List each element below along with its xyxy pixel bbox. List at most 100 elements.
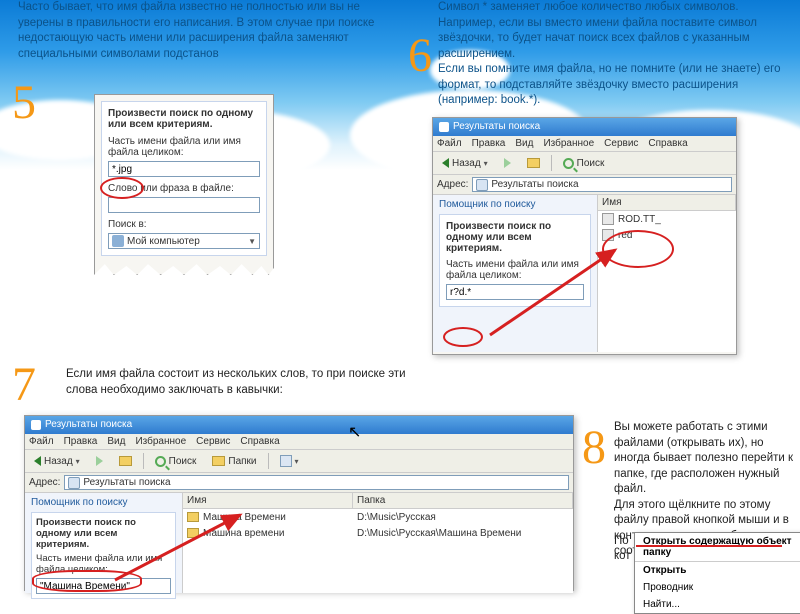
ctx-find[interactable]: Найти... bbox=[635, 596, 800, 613]
window-titlebar[interactable]: Результаты поиска bbox=[25, 416, 573, 434]
column-header-name[interactable]: Имя bbox=[183, 493, 353, 509]
views-icon bbox=[280, 455, 292, 467]
address-field[interactable]: Результаты поиска bbox=[472, 177, 732, 192]
up-button[interactable] bbox=[522, 156, 545, 170]
section7-text: Если имя файла состоит из нескольких сло… bbox=[66, 367, 406, 398]
search-button[interactable]: Поиск bbox=[150, 454, 202, 469]
column-header-folder[interactable]: Папка bbox=[353, 493, 573, 509]
menu-edit[interactable]: Правка bbox=[64, 436, 98, 447]
file-name: Машина Времени bbox=[203, 512, 357, 523]
folder-icon bbox=[187, 512, 199, 522]
menu-fav[interactable]: Избранное bbox=[135, 436, 186, 447]
file-row[interactable]: red bbox=[598, 227, 736, 243]
section5-text: Часто бывает, что имя файла известно не … bbox=[18, 0, 378, 62]
search-label: Поиск bbox=[169, 456, 197, 467]
results-list: Имя ROD.TT_ red bbox=[598, 195, 736, 352]
menu-tools[interactable]: Сервис bbox=[604, 138, 638, 149]
back-label: Назад bbox=[452, 158, 481, 169]
menu-fav[interactable]: Избранное bbox=[543, 138, 594, 149]
ctx-explorer[interactable]: Проводник bbox=[635, 579, 800, 596]
file-row[interactable]: Машина Времени D:\Music\Русская bbox=[183, 509, 573, 525]
up-icon bbox=[527, 158, 540, 168]
address-value: Результаты поиска bbox=[83, 477, 170, 488]
section6-text: Символ * заменяет любое количество любых… bbox=[438, 0, 786, 109]
chevron-down-icon: ▼ bbox=[248, 237, 256, 246]
search-icon bbox=[563, 158, 574, 169]
filename-value: *.jpg bbox=[112, 164, 132, 175]
section-number-8: 8 bbox=[582, 420, 606, 475]
filename-input[interactable]: r?d.* bbox=[446, 284, 584, 300]
phrase-label: Слово или фраза в файле: bbox=[108, 183, 260, 194]
search-heading: Произвести поиск по одному или всем крит… bbox=[108, 108, 260, 130]
file-name: red bbox=[618, 230, 632, 241]
menu-view[interactable]: Вид bbox=[107, 436, 125, 447]
filename-label: Часть имени файла или имя файла целиком: bbox=[108, 136, 260, 158]
search-heading: Произвести поиск по одному или всем крит… bbox=[446, 221, 584, 254]
address-bar: Адрес: Результаты поиска bbox=[25, 473, 573, 493]
menubar: Файл Правка Вид Избранное Сервис Справка bbox=[25, 434, 573, 450]
back-icon bbox=[442, 158, 449, 168]
search-icon bbox=[155, 456, 166, 467]
searchin-dropdown[interactable]: Мой компьютер ▼ bbox=[108, 233, 260, 249]
filename-input[interactable]: "Машина Времени" bbox=[36, 578, 171, 594]
back-button[interactable]: Назад▾ bbox=[29, 454, 85, 469]
window-icon bbox=[31, 420, 41, 430]
searchin-label: Поиск в: bbox=[108, 219, 260, 230]
phrase-input[interactable] bbox=[108, 197, 260, 213]
search-heading: Произвести поиск по одному или всем крит… bbox=[36, 517, 171, 550]
search-button[interactable]: Поиск bbox=[558, 156, 610, 171]
menu-help[interactable]: Справка bbox=[240, 436, 279, 447]
section-number-5: 5 bbox=[12, 75, 36, 130]
folders-button[interactable]: Папки bbox=[207, 454, 261, 469]
filename-label: Часть имени файла или имя файла целиком: bbox=[446, 259, 584, 281]
menu-edit[interactable]: Правка bbox=[472, 138, 506, 149]
forward-button[interactable] bbox=[499, 156, 516, 170]
cursor-icon: ↖ bbox=[348, 422, 361, 442]
address-value: Результаты поиска bbox=[491, 179, 578, 190]
address-label: Адрес: bbox=[437, 179, 468, 190]
back-button[interactable]: Назад▾ bbox=[437, 156, 493, 171]
search-sidebar: Помощник по поиску Произвести поиск по о… bbox=[25, 493, 183, 593]
menubar: Файл Правка Вид Избранное Сервис Справка bbox=[433, 136, 736, 152]
file-name: Машина времени bbox=[203, 528, 357, 539]
up-button[interactable] bbox=[114, 454, 137, 468]
window-icon bbox=[439, 122, 449, 132]
window-title: Результаты поиска bbox=[453, 118, 540, 136]
forward-icon bbox=[96, 456, 103, 466]
address-field[interactable]: Результаты поиска bbox=[64, 475, 569, 490]
views-button[interactable]: ▾ bbox=[275, 453, 304, 469]
menu-view[interactable]: Вид bbox=[515, 138, 533, 149]
context-menu: Открыть содержащую объект папку Открыть … bbox=[634, 532, 800, 614]
menu-tools[interactable]: Сервис bbox=[196, 436, 230, 447]
file-icon bbox=[602, 229, 614, 241]
section8-tail-mid: кот bbox=[614, 549, 631, 565]
menu-help[interactable]: Справка bbox=[648, 138, 687, 149]
filename-value: "Машина Времени" bbox=[40, 581, 130, 592]
folder-icon bbox=[187, 528, 199, 538]
file-folder: D:\Music\Русская\Машина Времени bbox=[357, 528, 521, 539]
column-header-name[interactable]: Имя bbox=[598, 195, 736, 211]
ctx-open-containing[interactable]: Открыть содержащую объект папку bbox=[635, 533, 800, 562]
search-sidebar: Помощник по поиску Произвести поиск по о… bbox=[433, 195, 598, 352]
back-label: Назад bbox=[44, 456, 73, 467]
section8-tail-left: По bbox=[614, 534, 629, 550]
results-icon bbox=[476, 179, 488, 191]
file-row[interactable]: Машина времени D:\Music\Русская\Машина В… bbox=[183, 525, 573, 541]
window-titlebar[interactable]: Результаты поиска bbox=[433, 118, 736, 136]
filename-label: Часть имени файла или имя файла целиком: bbox=[36, 553, 171, 575]
address-bar: Адрес: Результаты поиска bbox=[433, 175, 736, 195]
results-icon bbox=[68, 477, 80, 489]
search-label: Поиск bbox=[577, 158, 605, 169]
searchin-value: Мой компьютер bbox=[127, 236, 200, 247]
filename-input[interactable]: *.jpg bbox=[108, 161, 260, 177]
menu-file[interactable]: Файл bbox=[437, 138, 462, 149]
file-icon bbox=[602, 213, 614, 225]
window-title: Результаты поиска bbox=[45, 416, 132, 434]
ctx-open[interactable]: Открыть bbox=[635, 562, 800, 579]
menu-file[interactable]: Файл bbox=[29, 436, 54, 447]
address-label: Адрес: bbox=[29, 477, 60, 488]
forward-button[interactable] bbox=[91, 454, 108, 468]
file-row[interactable]: ROD.TT_ bbox=[598, 211, 736, 227]
section-number-7: 7 bbox=[12, 357, 36, 412]
back-icon bbox=[34, 456, 41, 466]
